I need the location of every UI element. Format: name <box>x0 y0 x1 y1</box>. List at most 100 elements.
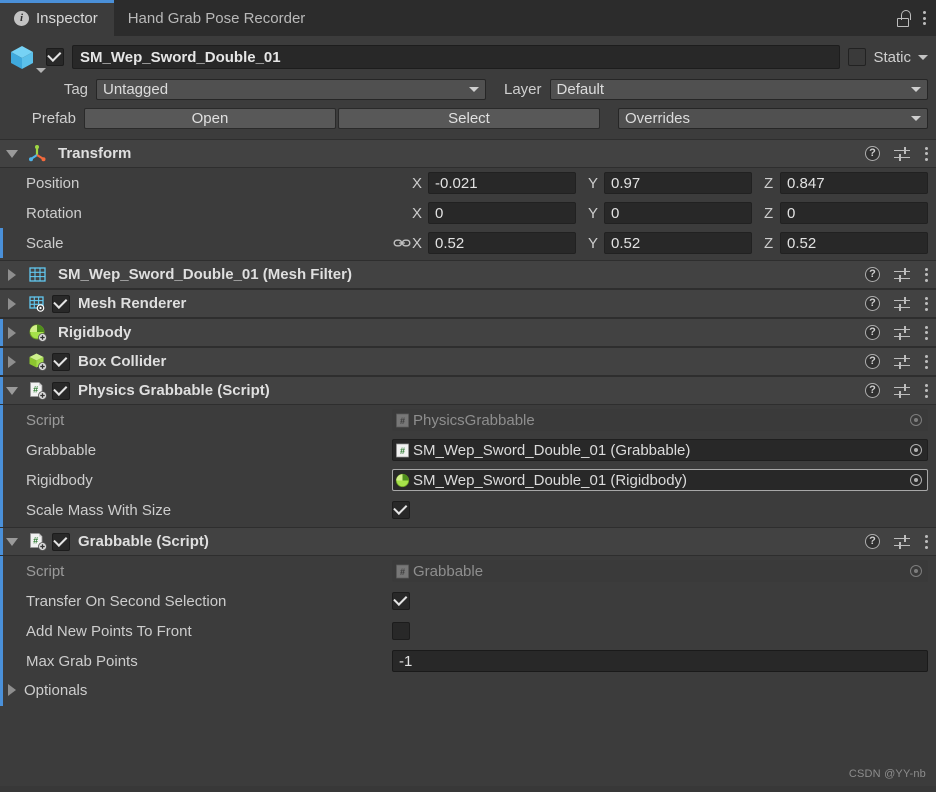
pg-rigidbody-field[interactable]: SM_Wep_Sword_Double_01 (Rigidbody) <box>392 469 928 491</box>
preset-settings-icon[interactable] <box>894 267 910 282</box>
triangle-right-icon <box>8 268 16 281</box>
physics-grabbable-properties: Script # PhysicsGrabbable Grabbable # SM… <box>0 405 936 535</box>
object-picker-icon[interactable] <box>907 444 925 456</box>
axis-label-x: X <box>412 204 423 222</box>
pg-grabbable-field[interactable]: # SM_Wep_Sword_Double_01 (Grabbable) <box>392 439 928 461</box>
preset-settings-icon[interactable] <box>894 146 910 161</box>
help-icon[interactable]: ? <box>865 354 880 369</box>
triangle-down-icon <box>6 537 18 546</box>
scale-x-input[interactable]: 0.52 <box>428 232 576 254</box>
tab-inspector[interactable]: i Inspector <box>0 0 114 36</box>
gr-script-row: Script # Grabbable <box>0 556 936 586</box>
inspector-empty-area: CSDN @YY-nb <box>0 706 936 792</box>
prefab-label: Prefab <box>31 109 76 127</box>
tag-dropdown[interactable]: Untagged <box>96 78 486 100</box>
object-picker-icon[interactable] <box>907 565 925 577</box>
transform-position-row: Position X -0.021 Y 0.97 Z 0.847 <box>0 168 936 198</box>
preset-settings-icon[interactable] <box>894 354 910 369</box>
physics-grabbable-foldout[interactable] <box>0 386 24 395</box>
component-header-rigidbody[interactable]: Rigidbody ? <box>0 318 936 347</box>
component-header-mesh-renderer[interactable]: Mesh Renderer ? <box>0 289 936 318</box>
chevron-down-icon[interactable] <box>36 68 46 73</box>
gameobject-icon-wrap[interactable] <box>8 42 46 73</box>
object-picker-icon[interactable] <box>907 414 925 426</box>
svg-text:#: # <box>400 567 405 577</box>
static-dropdown-caret-icon[interactable] <box>918 54 928 60</box>
mesh-renderer-enabled-checkbox[interactable] <box>52 294 70 313</box>
gr-optionals-foldout[interactable]: Optionals <box>0 676 936 704</box>
object-picker-icon[interactable] <box>907 474 925 486</box>
kebab-menu-icon[interactable] <box>924 325 928 340</box>
grabbable-enabled-checkbox[interactable] <box>52 532 70 551</box>
mesh-filter-title: SM_Wep_Sword_Double_01 (Mesh Filter) <box>58 266 352 283</box>
preset-settings-icon[interactable] <box>894 296 910 311</box>
pg-scale-mass-checkbox[interactable] <box>392 501 410 519</box>
pg-grabbable-label: Grabbable <box>26 441 97 459</box>
help-icon[interactable]: ? <box>865 383 880 398</box>
tab-hand-grab-pose-recorder[interactable]: Hand Grab Pose Recorder <box>114 0 322 36</box>
box-collider-foldout[interactable] <box>0 355 24 368</box>
static-checkbox[interactable] <box>848 48 867 66</box>
mesh-renderer-foldout[interactable] <box>0 297 24 310</box>
tag-label: Tag <box>63 80 88 98</box>
lock-open-icon[interactable] <box>896 9 912 27</box>
preset-settings-icon[interactable] <box>894 325 910 340</box>
gr-addnew-checkbox[interactable] <box>392 622 410 640</box>
gr-maxgrab-input[interactable]: -1 <box>392 650 928 672</box>
gr-transfer-row: Transfer On Second Selection <box>0 586 936 616</box>
transform-foldout[interactable] <box>0 149 24 158</box>
gameobject-name-value: SM_Wep_Sword_Double_01 <box>80 48 281 66</box>
help-icon[interactable]: ? <box>865 296 880 311</box>
transform-scale-row: Scale X 0.52 Y 0.52 Z 0.52 <box>0 228 936 258</box>
rotation-x-value: 0 <box>435 204 444 222</box>
position-y-input[interactable]: 0.97 <box>604 172 752 194</box>
prefab-overrides-dropdown[interactable]: Overrides <box>618 107 928 129</box>
rotation-y-input[interactable]: 0 <box>604 202 752 224</box>
help-icon[interactable]: ? <box>865 146 880 161</box>
help-icon[interactable]: ? <box>865 534 880 549</box>
prefab-override-marker <box>0 377 3 404</box>
kebab-menu-icon[interactable] <box>922 11 926 25</box>
pg-scale-mass-row: Scale Mass With Size <box>0 495 936 525</box>
window-bottom-strip <box>0 786 936 792</box>
scale-link-icon[interactable] <box>392 237 412 249</box>
rotation-z-input[interactable]: 0 <box>780 202 928 224</box>
prefab-open-button[interactable]: Open <box>84 107 336 129</box>
kebab-menu-icon[interactable] <box>924 383 928 398</box>
gameobject-enabled-checkbox[interactable] <box>46 48 64 66</box>
help-icon[interactable]: ? <box>865 325 880 340</box>
position-z-input[interactable]: 0.847 <box>780 172 928 194</box>
box-collider-enabled-checkbox[interactable] <box>52 352 70 371</box>
physics-grabbable-enabled-checkbox[interactable] <box>52 381 70 400</box>
kebab-menu-icon[interactable] <box>924 534 928 549</box>
mesh-renderer-icon <box>24 294 50 313</box>
position-x-input[interactable]: -0.021 <box>428 172 576 194</box>
layer-dropdown[interactable]: Default <box>549 78 928 100</box>
component-header-box-collider[interactable]: Box Collider ? <box>0 347 936 376</box>
kebab-menu-icon[interactable] <box>924 267 928 282</box>
kebab-menu-icon[interactable] <box>924 146 928 161</box>
prefab-select-button[interactable]: Select <box>338 107 600 129</box>
scale-y-cell: Y 0.52 <box>588 232 752 254</box>
mesh-filter-foldout[interactable] <box>0 268 24 281</box>
preset-settings-icon[interactable] <box>894 383 910 398</box>
rigidbody-foldout[interactable] <box>0 326 24 339</box>
physics-grabbable-header[interactable]: # Physics Grabbable (Script) ? <box>0 376 936 405</box>
scale-z-value: 0.52 <box>787 234 817 252</box>
gameobject-name-input[interactable]: SM_Wep_Sword_Double_01 <box>72 45 841 69</box>
pg-script-row: Script # PhysicsGrabbable <box>0 405 936 435</box>
gr-transfer-wrap <box>392 592 928 610</box>
component-header-mesh-filter[interactable]: SM_Wep_Sword_Double_01 (Mesh Filter) ? <box>0 260 936 289</box>
scale-y-input[interactable]: 0.52 <box>604 232 752 254</box>
help-icon[interactable]: ? <box>865 267 880 282</box>
gr-transfer-checkbox[interactable] <box>392 592 410 610</box>
grabbable-foldout[interactable] <box>0 537 24 546</box>
triangle-right-icon <box>8 326 16 339</box>
scale-z-input[interactable]: 0.52 <box>780 232 928 254</box>
preset-settings-icon[interactable] <box>894 534 910 549</box>
kebab-menu-icon[interactable] <box>924 354 928 369</box>
grabbable-header[interactable]: # Grabbable (Script) ? <box>0 527 936 556</box>
rotation-x-input[interactable]: 0 <box>428 202 576 224</box>
transform-header[interactable]: Transform ? <box>0 139 936 168</box>
kebab-menu-icon[interactable] <box>924 296 928 311</box>
